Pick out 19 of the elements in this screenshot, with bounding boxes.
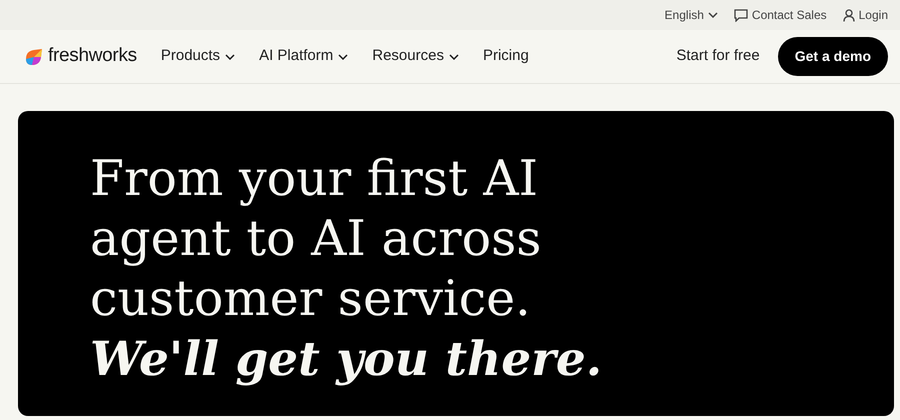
nav-item[interactable]: Resources — [372, 45, 459, 68]
demo-button[interactable]: Get a demo — [778, 37, 888, 76]
logo-text[interactable]: freshworks — [48, 42, 137, 71]
contact-sales-link[interactable]: Contact Sales — [734, 6, 827, 24]
chat-icon — [734, 8, 748, 22]
nav-item[interactable]: AI Platform — [259, 45, 348, 68]
login-link[interactable]: Login — [842, 6, 888, 24]
start-link[interactable]: Start for free — [676, 45, 760, 68]
logo-icon — [24, 46, 44, 66]
hero-headline: From your first AI agent to AI across customer service. — [90, 149, 542, 329]
caret-icon — [225, 54, 236, 60]
nav-item[interactable]: Pricing — [482, 45, 529, 68]
user-icon — [842, 8, 855, 22]
caret-icon — [708, 12, 718, 18]
caret-icon — [338, 54, 348, 60]
language-menu[interactable]: English — [664, 6, 718, 24]
nav-item[interactable]: Products — [160, 45, 236, 68]
caret-icon — [448, 54, 459, 60]
hero-tagline: We'll get you there. — [90, 331, 604, 389]
